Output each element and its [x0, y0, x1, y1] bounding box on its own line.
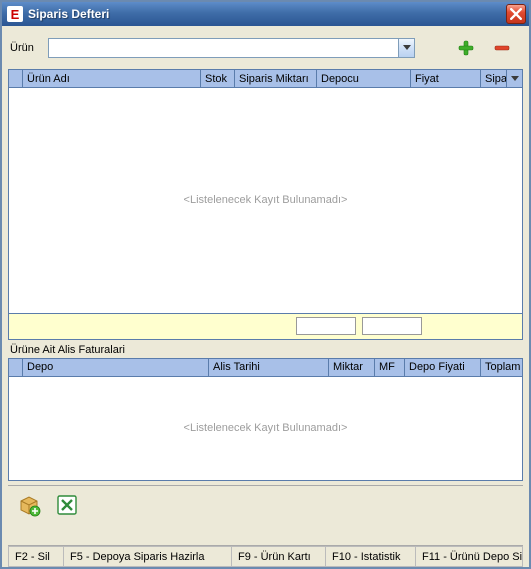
col-depo-fiyati[interactable]: Depo Fiyati — [405, 358, 481, 376]
top-grid-body[interactable]: <Listelenecek Kayıt Bulunamadı> — [8, 88, 523, 314]
close-button[interactable] — [506, 4, 526, 24]
top-toolbar: Ürün — [8, 31, 523, 65]
status-f11[interactable]: F11 - Ürünü Depo Siparis Lis — [416, 546, 523, 567]
col-miktar[interactable]: Miktar — [329, 358, 375, 376]
col-fiyat[interactable]: Fiyat — [411, 70, 481, 88]
chevron-down-icon — [511, 76, 519, 82]
plus-icon — [457, 39, 475, 57]
status-f10[interactable]: F10 - Istatistik — [326, 546, 416, 567]
toolbar-icons — [455, 37, 523, 59]
col-urun-adi[interactable]: Ürün Adı — [23, 70, 201, 88]
bottom-icon-bar — [8, 485, 523, 523]
titlebar: E Siparis Defteri — [2, 0, 529, 26]
top-grid-summary — [8, 314, 523, 340]
bottom-grid-body[interactable]: <Listelenecek Kayıt Bulunamadı> — [8, 377, 523, 481]
package-add-button[interactable] — [16, 492, 42, 518]
chevron-down-icon — [403, 45, 411, 51]
top-grid-empty-text: <Listelenecek Kayıt Bulunamadı> — [184, 194, 348, 206]
row-indicator-header — [9, 70, 23, 88]
col-depo[interactable]: Depo — [23, 358, 209, 376]
column-chooser-button[interactable] — [507, 70, 523, 88]
close-icon — [510, 8, 522, 20]
content-area: Ürün — [2, 26, 529, 567]
status-f9[interactable]: F9 - Ürün Kartı — [232, 546, 326, 567]
urun-combo[interactable] — [48, 38, 415, 58]
col-alis-tarihi[interactable]: Alis Tarihi — [209, 358, 329, 376]
col-stok[interactable]: Stok — [201, 70, 235, 88]
app-icon: E — [7, 6, 23, 22]
summary-box-1 — [296, 317, 356, 335]
package-add-icon — [17, 493, 41, 517]
invoices-section-label: Ürüne Ait Alis Faturalari — [8, 340, 523, 358]
row-indicator-header — [9, 358, 23, 376]
status-f5[interactable]: F5 - Depoya Siparis Hazirla — [64, 546, 232, 567]
excel-export-button[interactable] — [54, 492, 80, 518]
statusbar: F2 - Sil F5 - Depoya Siparis Hazirla F9 … — [8, 545, 523, 567]
col-depocu[interactable]: Depocu — [317, 70, 411, 88]
window-title: Siparis Defteri — [28, 7, 109, 21]
bottom-grid: Depo Alis Tarihi Miktar MF Depo Fiyati T… — [8, 358, 523, 481]
status-f2[interactable]: F2 - Sil — [8, 546, 64, 567]
combo-dropdown-button[interactable] — [398, 39, 414, 57]
top-grid: Ürün Adı Stok Siparis Miktarı Depocu Fiy… — [8, 69, 523, 340]
remove-button[interactable] — [491, 37, 513, 59]
urun-label: Ürün — [8, 42, 48, 54]
col-siparis-t[interactable]: Sipariş T — [481, 70, 507, 88]
add-button[interactable] — [455, 37, 477, 59]
app-window: E Siparis Defteri Ürün — [0, 0, 531, 569]
top-grid-header: Ürün Adı Stok Siparis Miktarı Depocu Fiy… — [8, 69, 523, 88]
col-toplam[interactable]: Toplam — [481, 358, 523, 376]
bottom-grid-header: Depo Alis Tarihi Miktar MF Depo Fiyati T… — [8, 358, 523, 377]
bottom-grid-empty-text: <Listelenecek Kayıt Bulunamadı> — [184, 422, 348, 434]
col-siparis-miktari[interactable]: Siparis Miktarı — [235, 70, 317, 88]
summary-box-2 — [362, 317, 422, 335]
excel-icon — [55, 493, 79, 517]
urun-input[interactable] — [49, 39, 398, 57]
col-mf[interactable]: MF — [375, 358, 405, 376]
minus-icon — [493, 39, 511, 57]
